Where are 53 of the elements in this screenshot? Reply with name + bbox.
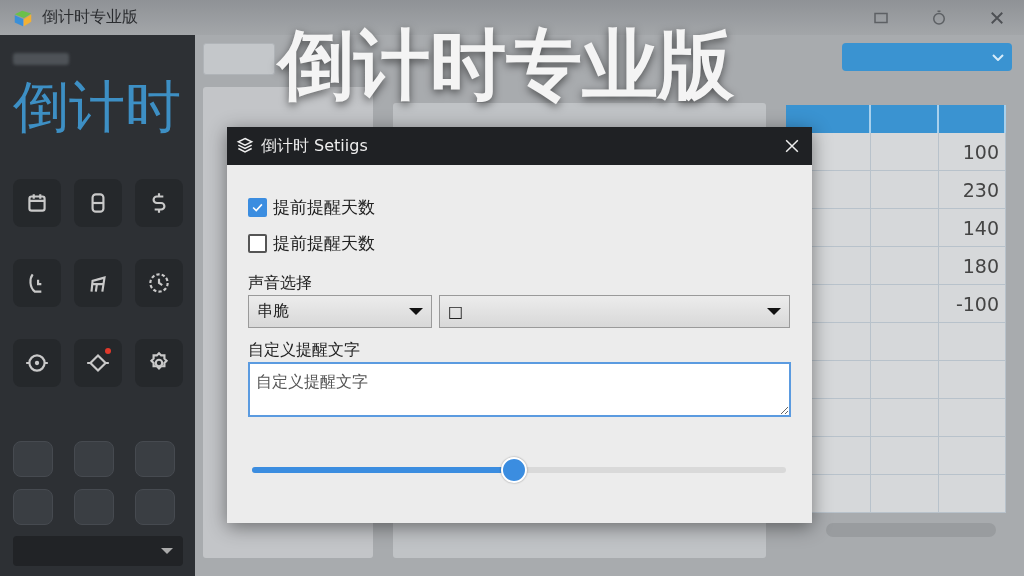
- column-header[interactable]: [786, 105, 871, 133]
- field-label: 声音选择: [248, 273, 313, 293]
- table-cell: [871, 475, 939, 513]
- table-cell: [871, 133, 939, 171]
- table-cell: [871, 247, 939, 285]
- caret-icon: [161, 548, 173, 554]
- app-title: 倒计时专业版: [42, 7, 138, 28]
- sound-select[interactable]: 串脆: [248, 295, 432, 328]
- app-heading: 倒计时: [13, 73, 182, 141]
- slider-thumb[interactable]: [500, 457, 527, 483]
- tool-button[interactable]: [74, 179, 122, 227]
- table-cell: 140: [939, 209, 1006, 247]
- tool-button[interactable]: [13, 179, 61, 227]
- tool-button[interactable]: [135, 179, 183, 227]
- table-cell: [939, 361, 1006, 399]
- clock-icon: [146, 270, 172, 296]
- blurred-label: [13, 53, 69, 65]
- table-cell: [939, 437, 1006, 475]
- field-label: 自定义提醒文字: [248, 340, 361, 360]
- table-cell: [939, 323, 1006, 361]
- table-cell: [939, 475, 1006, 513]
- checkbox[interactable]: [248, 233, 267, 253]
- table-cell: 230: [939, 171, 1006, 209]
- tool-button[interactable]: [13, 339, 61, 387]
- slider[interactable]: [252, 457, 786, 483]
- table-cell: -100: [939, 285, 1006, 323]
- sound-select[interactable]: □: [439, 295, 790, 328]
- tool-button[interactable]: [74, 339, 122, 387]
- checkbox-label: 提前提醒天数: [273, 195, 375, 219]
- chevron-icon: [992, 53, 1004, 61]
- tool-button[interactable]: [135, 339, 183, 387]
- tool-button[interactable]: [74, 259, 122, 307]
- table-cell: 180: [939, 247, 1006, 285]
- checkbox-label: 提前提醒天数: [273, 231, 375, 255]
- search-field[interactable]: [203, 43, 275, 75]
- table-cell: [871, 323, 939, 361]
- table-cell: [871, 399, 939, 437]
- dialog-title: 倒计时 Setiigs: [261, 135, 368, 157]
- table-cell: [871, 361, 939, 399]
- table-cell: 100: [939, 133, 1006, 171]
- table-cell: [871, 209, 939, 247]
- timer-icon[interactable]: [930, 8, 948, 27]
- caret-icon: [409, 308, 423, 315]
- message-field[interactable]: 自定义提醒文字: [248, 362, 791, 417]
- tool-button[interactable]: [13, 259, 61, 307]
- table-cell: [871, 171, 939, 209]
- table-cell: [939, 399, 1006, 437]
- table-cell: [871, 437, 939, 475]
- tool-button[interactable]: [135, 259, 183, 307]
- caret-icon: [767, 308, 781, 315]
- table-cell: [871, 285, 939, 323]
- checkbox[interactable]: [248, 197, 267, 217]
- overlay-title: 倒计时专业版: [278, 20, 734, 110]
